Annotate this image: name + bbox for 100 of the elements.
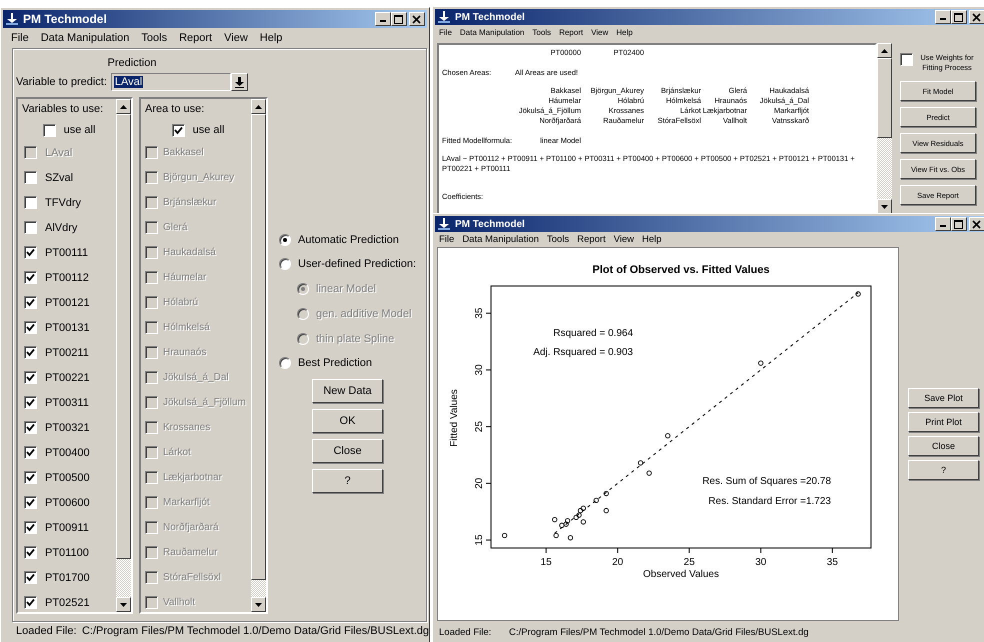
- checkbox-label: TFVdry: [45, 196, 82, 208]
- menu-item[interactable]: Report: [555, 28, 588, 37]
- checkbox[interactable]: [24, 596, 37, 609]
- minimize-icon: [940, 18, 946, 20]
- push-button[interactable]: Print Plot: [908, 412, 979, 432]
- checkbox[interactable]: [42, 124, 56, 136]
- minimize-button[interactable]: [935, 10, 951, 24]
- maximize-icon: [954, 12, 964, 22]
- checkbox[interactable]: [24, 221, 37, 234]
- checkbox[interactable]: [24, 246, 37, 259]
- checkbox[interactable]: [24, 371, 37, 384]
- push-button[interactable]: ?: [312, 469, 383, 493]
- checkbox-label: Lækjarbotnar: [163, 472, 222, 483]
- checkbox-label: PT00221: [45, 372, 90, 384]
- file-path: C:/Program Files/PM Techmodel 1.0/Demo Data/Grid Files/BUSLext.dg: [509, 626, 809, 638]
- checkbox[interactable]: [172, 124, 185, 136]
- close-button[interactable]: [969, 217, 984, 231]
- scroll-thumb[interactable]: [877, 58, 892, 138]
- scroll-down-button[interactable]: [877, 199, 892, 214]
- menu-item[interactable]: Report: [573, 234, 610, 245]
- menu-item[interactable]: Tools: [135, 32, 174, 44]
- menu-item[interactable]: Help: [638, 234, 666, 245]
- plot-annotation: Res. Sum of Squares =20.78: [702, 476, 831, 487]
- menu-item[interactable]: Help: [254, 32, 288, 44]
- menu-item[interactable]: View: [218, 32, 254, 44]
- status-label: Loaded File:: [439, 626, 492, 638]
- menu-item[interactable]: Data Manipulation: [34, 32, 136, 44]
- checkbox[interactable]: [24, 546, 37, 559]
- data-point: [553, 532, 559, 538]
- minimize-button[interactable]: [375, 12, 391, 26]
- checkbox[interactable]: [24, 271, 37, 284]
- push-button[interactable]: Save Plot: [908, 388, 979, 408]
- dropdown-field[interactable]: LAval: [110, 73, 231, 91]
- tick-label: 25: [684, 557, 695, 568]
- checkbox-label: Brjánslækur: [163, 197, 216, 208]
- checkbox[interactable]: [24, 471, 37, 484]
- push-button[interactable]: Close: [312, 439, 383, 463]
- menu-item[interactable]: File: [435, 234, 458, 245]
- checkbox[interactable]: [24, 196, 37, 209]
- checkbox-label: LAval: [45, 146, 72, 158]
- close-button[interactable]: [409, 12, 425, 26]
- download-arrow-icon: [234, 76, 244, 88]
- close-icon: [972, 12, 982, 22]
- checkbox-label: PT00311: [45, 396, 89, 408]
- tick-label: 20: [612, 557, 624, 568]
- scroll-up-button[interactable]: [251, 99, 266, 114]
- app-icon: [437, 217, 451, 231]
- push-button[interactable]: New Data: [312, 379, 383, 403]
- checkbox-label: PT00121: [45, 296, 90, 308]
- checkbox[interactable]: [24, 521, 37, 534]
- data-point: [665, 433, 670, 438]
- menu-item[interactable]: Tools: [528, 28, 556, 37]
- chart-title: Plot of Observed vs. Fitted Values: [592, 264, 770, 276]
- checkbox[interactable]: [24, 321, 37, 334]
- checkbox-label: PT00600: [45, 496, 90, 508]
- push-button[interactable]: OK: [312, 409, 383, 433]
- data-point: [646, 470, 652, 476]
- menu-item[interactable]: Data Manipulation: [458, 234, 543, 245]
- menu-item[interactable]: View: [610, 234, 638, 245]
- checkbox-label: use all: [192, 124, 224, 136]
- menu-item[interactable]: File: [435, 28, 456, 37]
- checkbox[interactable]: [900, 53, 913, 66]
- menu-item[interactable]: Data Manipulation: [456, 28, 528, 37]
- radio-label: Best Prediction: [298, 357, 372, 369]
- menu-item[interactable]: Tools: [542, 234, 574, 245]
- scroll-down-button[interactable]: [251, 597, 266, 612]
- radio-button[interactable]: [279, 258, 291, 270]
- app-icon: [437, 10, 451, 24]
- scroll-down-button[interactable]: [116, 597, 131, 612]
- scroll-up-button[interactable]: [877, 43, 892, 58]
- close-icon: [412, 14, 422, 24]
- radio-button[interactable]: [279, 357, 291, 369]
- maximize-button[interactable]: [391, 12, 407, 26]
- push-button[interactable]: ?: [908, 460, 979, 480]
- scrollbar[interactable]: [877, 43, 892, 214]
- checkbox-label: Hólmkelsá: [163, 322, 210, 333]
- maximize-button[interactable]: [951, 217, 967, 231]
- close-button[interactable]: [969, 10, 984, 24]
- push-button[interactable]: Close: [908, 436, 979, 456]
- checkbox[interactable]: [24, 571, 37, 584]
- checkbox[interactable]: [24, 296, 37, 309]
- menu-item[interactable]: Report: [173, 32, 218, 44]
- checkbox[interactable]: [24, 171, 37, 184]
- checkbox[interactable]: [24, 446, 37, 459]
- checkbox[interactable]: [24, 421, 37, 434]
- radio-button[interactable]: [279, 234, 291, 246]
- menu-item[interactable]: File: [5, 32, 35, 44]
- checkbox-label: PT00211: [45, 346, 89, 358]
- checkbox[interactable]: [24, 346, 37, 359]
- menu-item[interactable]: View: [587, 28, 612, 37]
- checkbox[interactable]: [24, 396, 37, 409]
- maximize-button[interactable]: [951, 10, 967, 24]
- minimize-button[interactable]: [935, 217, 951, 231]
- app-icon: [5, 12, 19, 26]
- data-point: [568, 535, 574, 540]
- checkbox[interactable]: [24, 496, 37, 509]
- scroll-up-button[interactable]: [116, 99, 131, 114]
- dropdown-button[interactable]: [230, 73, 248, 91]
- menu-item[interactable]: Help: [612, 28, 637, 37]
- data-point: [502, 532, 508, 538]
